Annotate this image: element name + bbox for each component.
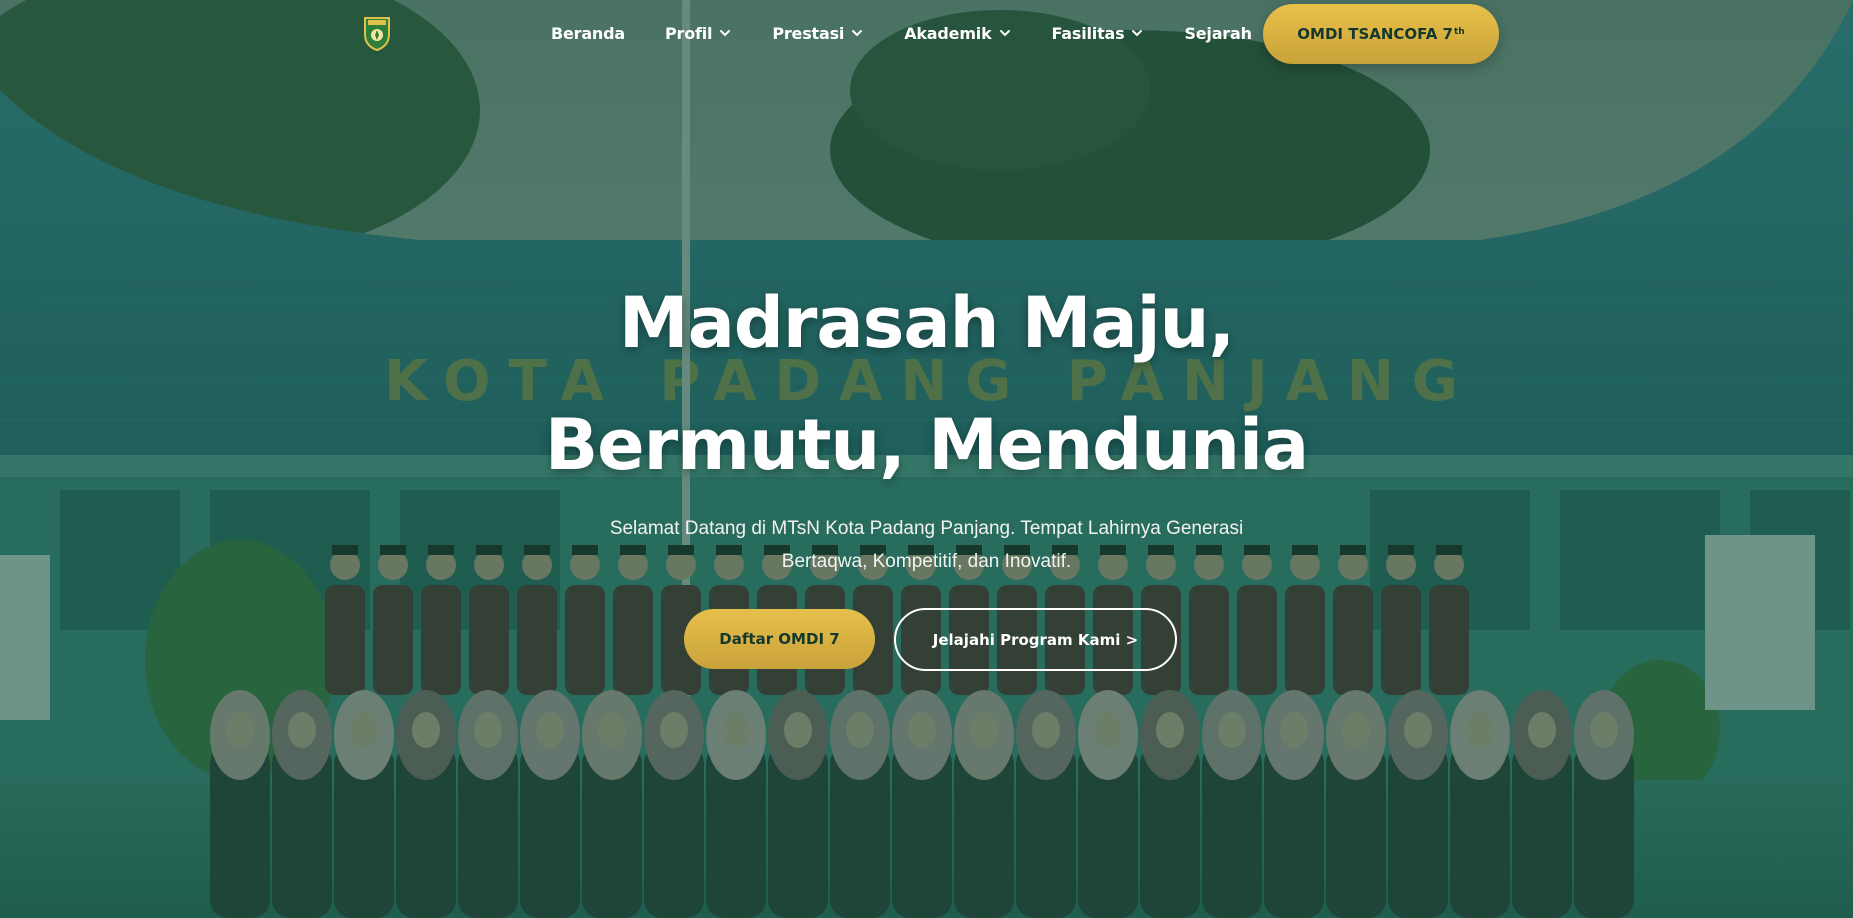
hero-title: Madrasah Maju, Bermutu, Mendunia [544, 282, 1309, 486]
nav-item-sejarah[interactable]: Sejarah [1184, 23, 1252, 43]
nav-item-prestasi[interactable]: Prestasi [772, 24, 864, 43]
nav-item-beranda[interactable]: Beranda [551, 24, 625, 43]
chevron-down-icon [1132, 30, 1143, 37]
hero-subtitle: Selamat Datang di MTsN Kota Padang Panja… [609, 518, 1244, 572]
nav-item-label: Prestasi [772, 23, 845, 43]
chevron-down-icon [999, 30, 1010, 37]
omdi-tsancofa-label: OMDI TSANCOFA 7 [1297, 25, 1453, 43]
top-navigation: Beranda Profil Prestasi Akademik Fasilitas Se… [0, 0, 1853, 66]
school-crest-icon[interactable] [362, 16, 392, 52]
omdi-tsancofa-sup: th [1453, 27, 1465, 37]
chevron-down-icon [852, 30, 863, 37]
nav-item-label: Profil [664, 23, 713, 43]
nav-item-label: Fasilitas [1051, 23, 1125, 43]
register-omdi-button[interactable]: Daftar OMDI 7 [684, 609, 875, 669]
nav-item-label: Beranda [551, 23, 625, 43]
chevron-down-icon [720, 30, 731, 37]
nav-item-label: Sejarah [1184, 23, 1252, 43]
omdi-tsancofa-button[interactable]: OMDI TSANCOFA 7th [1263, 4, 1499, 64]
nav-item-profil[interactable]: Profil [665, 24, 732, 43]
nav-item-fasilitas[interactable]: Fasilitas [1052, 24, 1145, 43]
nav-menu: Beranda Profil Prestasi Akademik Fasilitas Se… [551, 0, 1292, 66]
nav-item-label: Akademik [904, 23, 992, 43]
explore-programs-button[interactable]: Jelajahi Program Kami > [894, 608, 1177, 671]
nav-item-akademik[interactable]: Akademik [904, 24, 1011, 43]
